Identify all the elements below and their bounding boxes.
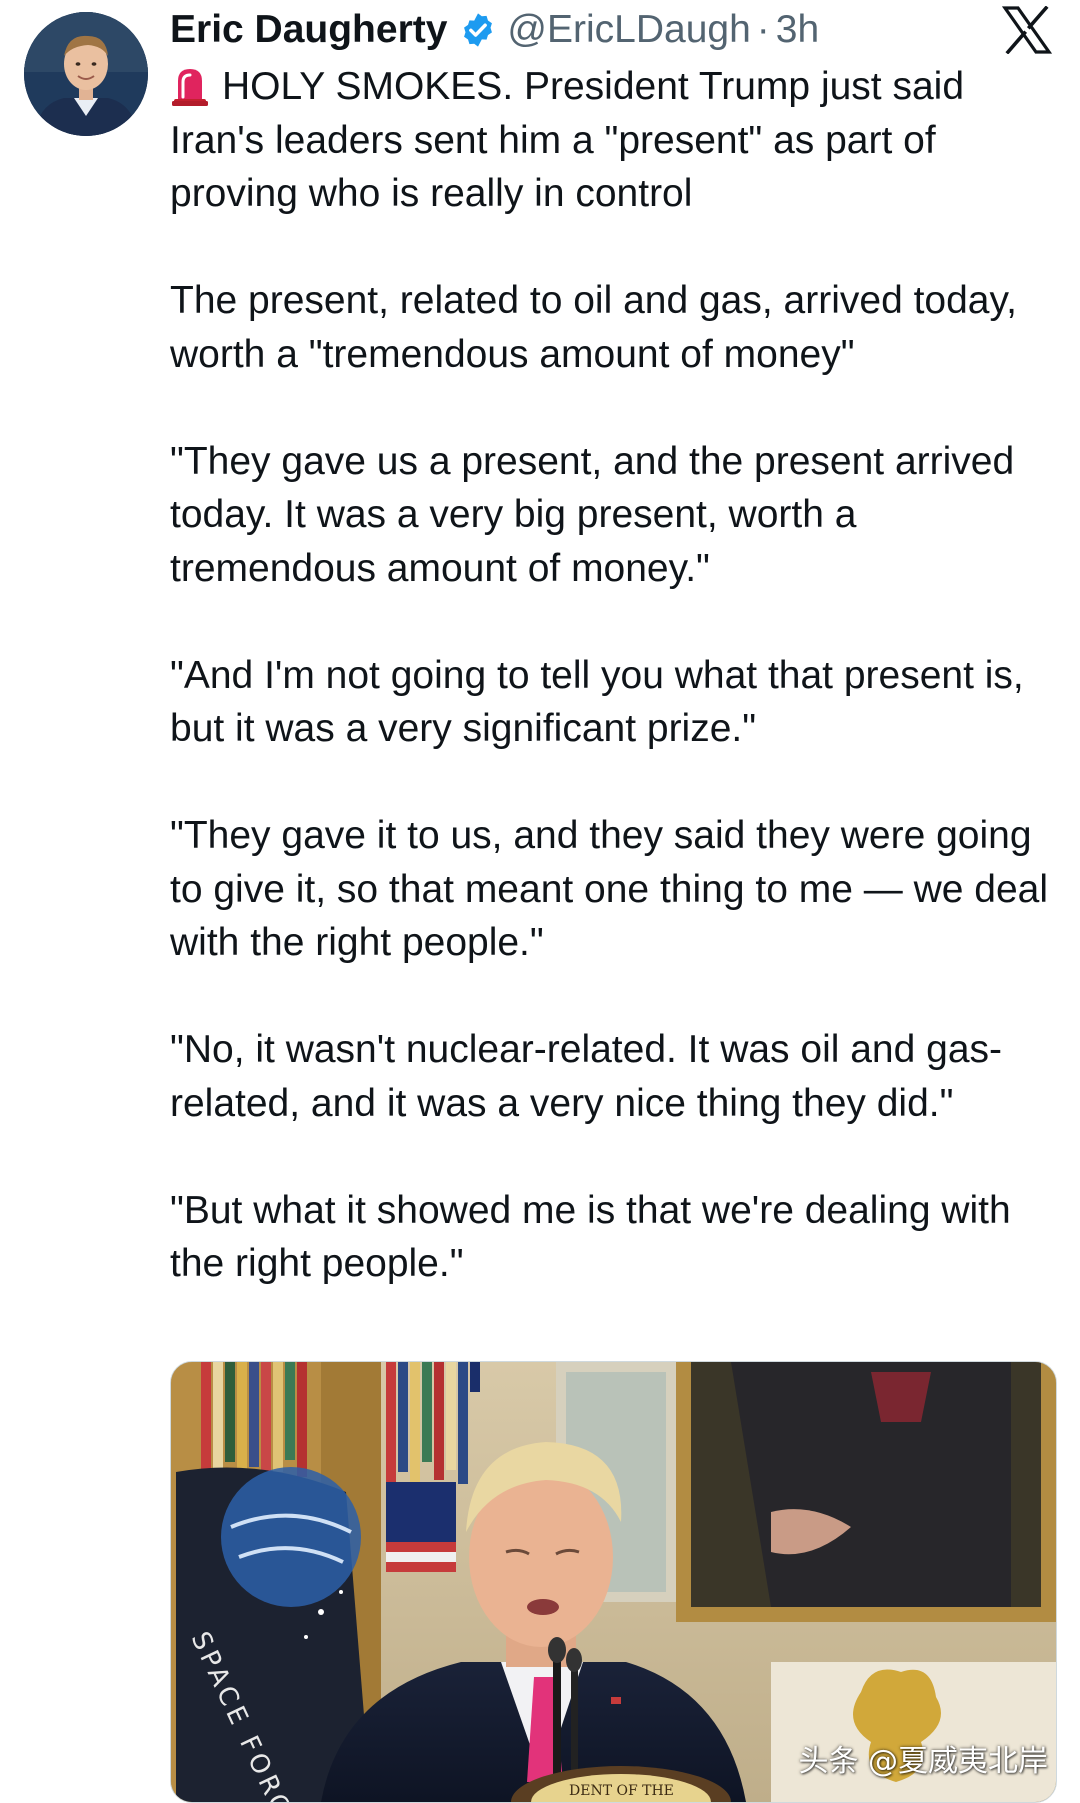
tweet-paragraph: "No, it wasn't nuclear-related. It was o… — [170, 1028, 1003, 1125]
tweet-header: Eric Daugherty @EricLDaugh · 3h — [170, 0, 819, 60]
tweet-timestamp[interactable]: 3h — [776, 8, 819, 52]
avatar[interactable] — [24, 12, 148, 136]
tweet-paragraph: "They gave it to us, and they said they … — [170, 814, 1048, 964]
tweet-paragraph: The present, related to oil and gas, arr… — [170, 279, 1017, 376]
watermark: 头条 @夏威夷北岸 — [798, 1744, 1048, 1779]
tweet-media[interactable]: SPACE FORCE DENT OF THE 头条 @夏威夷北岸 — [170, 1361, 1057, 1803]
avatar-photo — [24, 12, 148, 136]
tweet-paragraph: HOLY SMOKES. President Trump just said I… — [170, 60, 1055, 221]
tweet-paragraph: "They gave us a present, and the present… — [170, 439, 1015, 590]
tweet-text: HOLY SMOKES. President Trump just said I… — [170, 60, 1055, 1291]
tweet-card[interactable]: Eric Daugherty @EricLDaugh · 3h HOLY SMO… — [0, 0, 1080, 1803]
x-logo-icon — [1001, 5, 1053, 55]
verified-badge-icon — [459, 11, 497, 49]
tweet-paragraph: "But what it showed me is that we're dea… — [170, 1188, 1011, 1286]
tweet-paragraph-text: HOLY SMOKES. President Trump just said I… — [170, 65, 965, 215]
header-separator: · — [756, 8, 770, 51]
tweet-paragraph: "And I'm not going to tell you what that… — [170, 653, 1024, 751]
rotating-light-icon — [170, 63, 210, 107]
author-handle[interactable]: @EricLDaugh — [507, 8, 750, 52]
podium-seal-text: DENT OF THE — [569, 1783, 674, 1799]
author-name[interactable]: Eric Daugherty — [170, 8, 447, 52]
